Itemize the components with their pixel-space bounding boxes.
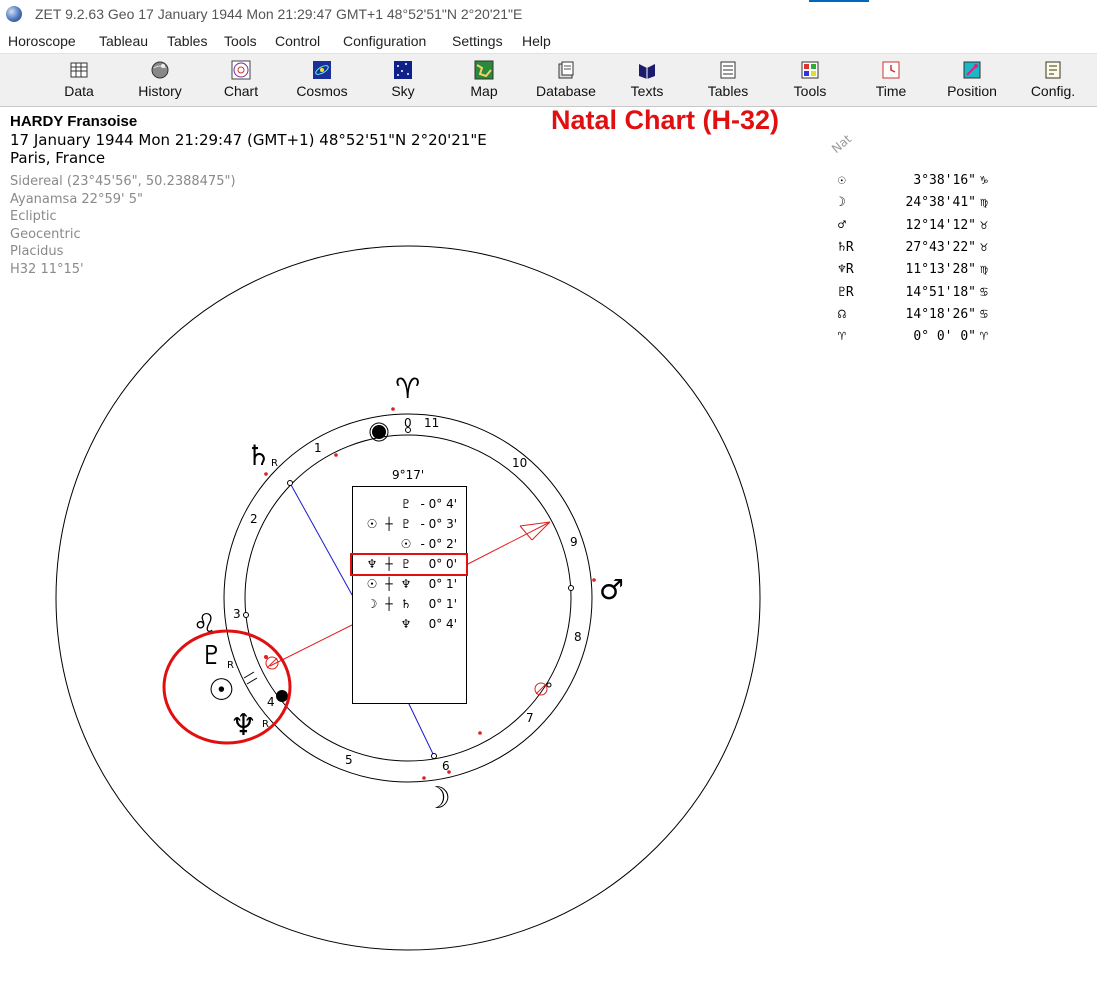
aspect-orb: 0° 1' (428, 597, 457, 611)
planet-dot (372, 425, 386, 439)
red-marker (422, 776, 426, 780)
house-number: 1 (314, 441, 322, 455)
aspect-orb: 0° 1' (428, 577, 457, 591)
aspect-row: ☉ ┼ ♇ - 0° 3' (353, 517, 466, 537)
red-marker (264, 472, 268, 476)
aspect-line-red (465, 521, 551, 566)
aspect-planet-b: ♄ (400, 597, 412, 611)
aries-glyph: ♈ (395, 372, 420, 405)
aspect-planet-a: ☽ (366, 597, 378, 611)
house-number: 9 (570, 535, 578, 549)
aspect-planet-a: ☉ (366, 577, 378, 591)
cusp-marker (546, 682, 552, 688)
aspect-connector: ┼ (385, 517, 393, 531)
moon-glyph: ☽ (424, 781, 451, 816)
aspect-planet-b: ♇ (400, 517, 412, 531)
saturn-retro: R (271, 458, 278, 469)
planet-dot (276, 690, 288, 702)
aspect-orb: - 0° 4' (420, 497, 457, 511)
house-number: 0 (404, 416, 412, 430)
red-marker (478, 731, 482, 735)
aspect-line-blue (407, 701, 435, 757)
aspect-row: ☉ ┼ ♆ 0° 1' (353, 577, 466, 597)
red-marker (592, 578, 596, 582)
aspect-orb-header: 9°17' (392, 468, 425, 482)
aspect-highlight-box (350, 553, 468, 576)
cusp-marker (243, 612, 249, 618)
aspect-row: ♆ 0° 4' (353, 617, 466, 637)
house-number: 2 (250, 512, 258, 526)
saturn-glyph: ♄ (246, 439, 271, 472)
natal-wheel: 1 2 3 4 5 6 7 8 9 10 11 0 ♈ ♄ R ♂ ♌ ♇ R … (55, 245, 761, 951)
house-number: 6 (442, 759, 450, 773)
pluto-retro: R (227, 660, 234, 671)
cusp-marker (431, 753, 437, 759)
house-number: 11 (424, 416, 439, 430)
house-number: 7 (526, 711, 534, 725)
sun-glyph: ☉ (208, 673, 235, 708)
mars-glyph: ♂ (599, 573, 624, 606)
cusp-marker (287, 480, 293, 486)
aspect-planet-b: ♇ (400, 497, 412, 511)
aspect-orb: 0° 4' (428, 617, 457, 631)
aspect-dot (264, 655, 268, 659)
house-number: 10 (512, 456, 527, 470)
house-number: 8 (574, 630, 582, 644)
aspect-planet-b: ♆ (400, 617, 412, 631)
aspect-planet-a: ☉ (366, 517, 378, 531)
aspect-line-blue (289, 482, 357, 603)
aspect-row: ♇ - 0° 4' (353, 497, 466, 517)
aspect-connector: ┼ (385, 577, 393, 591)
aspect-row: ☽ ┼ ♄ 0° 1' (353, 597, 466, 617)
aspect-planet-b: ☉ (400, 537, 412, 551)
house-number: 4 (267, 695, 275, 709)
pluto-glyph: ♇ (200, 641, 223, 671)
conjunction-ticks (243, 671, 258, 685)
red-marker (334, 453, 338, 457)
cusp-marker (568, 585, 574, 591)
aspect-orb: - 0° 2' (420, 537, 457, 551)
house-number: 3 (233, 607, 241, 621)
red-marker (391, 407, 395, 411)
aspect-planet-b: ♆ (400, 577, 412, 591)
aspect-table: ♇ - 0° 4' ☉ ┼ ♇ - 0° 3' ☉ - 0° 2' ♆ ┼ ♇ 0° 0' ☉ ┼ ♆ 0° … (352, 486, 467, 704)
aspect-orb: - 0° 3' (420, 517, 457, 531)
aspect-connector: ┼ (385, 597, 393, 611)
house-number: 5 (345, 753, 353, 767)
